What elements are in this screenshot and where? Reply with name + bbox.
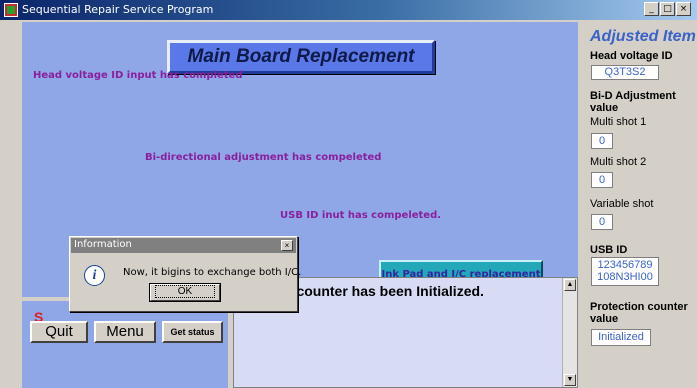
multi-shot-1-label: Multi shot 1 [590,116,647,128]
ok-button-label: OK [155,285,215,298]
adjusted-items-title: Adjusted Item [590,28,696,45]
usb-id-label: USB ID [590,244,628,256]
header-box: Main Board Replacement [167,40,435,74]
usb-id-value: 123456789 108N3HI00 [591,257,659,286]
dialog-message: Now, it bigins to exchange both I/C. [123,267,302,278]
protection-counter-label-value: value [590,313,619,325]
information-dialog: Information × i Now, it bigins to exchan… [69,236,302,312]
window-title: Sequential Repair Service Program [22,3,214,16]
usb-id-line-1: 123456789 [597,259,653,271]
multi-shot-2-label: Multi shot 2 [590,156,647,168]
usb-id-line-2: 108N3HI00 [597,271,653,283]
information-icon: i [84,265,105,286]
status-message-usb-id: USB ID inut has compeleted. [280,210,442,221]
close-button[interactable]: × [676,2,691,16]
quit-button[interactable]: Quit [30,321,88,343]
dialog-title-bar[interactable]: Information × [71,238,296,253]
scroll-up-icon[interactable]: ▲ [564,279,576,291]
app-icon[interactable] [4,3,18,17]
head-voltage-value: Q3T3S2 [591,65,659,80]
title-bar: Sequential Repair Service Program _ □ × [0,0,697,20]
menu-button[interactable]: Menu [94,321,156,343]
bid-adjustment-label: Bi-D Adjustment [590,90,676,102]
page-title: Main Board Replacement [187,46,415,67]
variable-shot-value: 0 [591,214,613,230]
protection-counter-value: Initialized [591,329,651,346]
multi-shot-1-value: 0 [591,133,613,149]
dialog-title: Information [74,239,132,250]
bottom-left-panel: S Quit Menu Get status [22,301,228,388]
get-status-button[interactable]: Get status [162,321,223,343]
status-message-head-voltage: Head voltage ID input has completed [33,70,243,81]
dialog-close-icon[interactable]: × [281,240,293,251]
adjusted-items-panel: Adjusted Item Head voltage ID Q3T3S2 Bi-… [581,22,697,388]
maximize-button[interactable]: □ [660,2,675,16]
protection-counter-label: Protection counter [590,301,688,313]
log-text: n counter has been Initialized. [284,283,484,299]
minimize-button[interactable]: _ [644,2,659,16]
ok-button[interactable]: OK [149,283,221,302]
scroll-down-icon[interactable]: ▼ [564,374,576,386]
log-scrollbar[interactable]: ▲ ▼ [562,278,577,387]
bid-adjustment-label-value: value [590,102,619,114]
variable-shot-label: Variable shot [590,198,654,210]
status-message-bid: Bi-directional adjustment has compeleted [145,152,382,163]
multi-shot-2-value: 0 [591,172,613,188]
head-voltage-label: Head voltage ID [590,50,673,62]
